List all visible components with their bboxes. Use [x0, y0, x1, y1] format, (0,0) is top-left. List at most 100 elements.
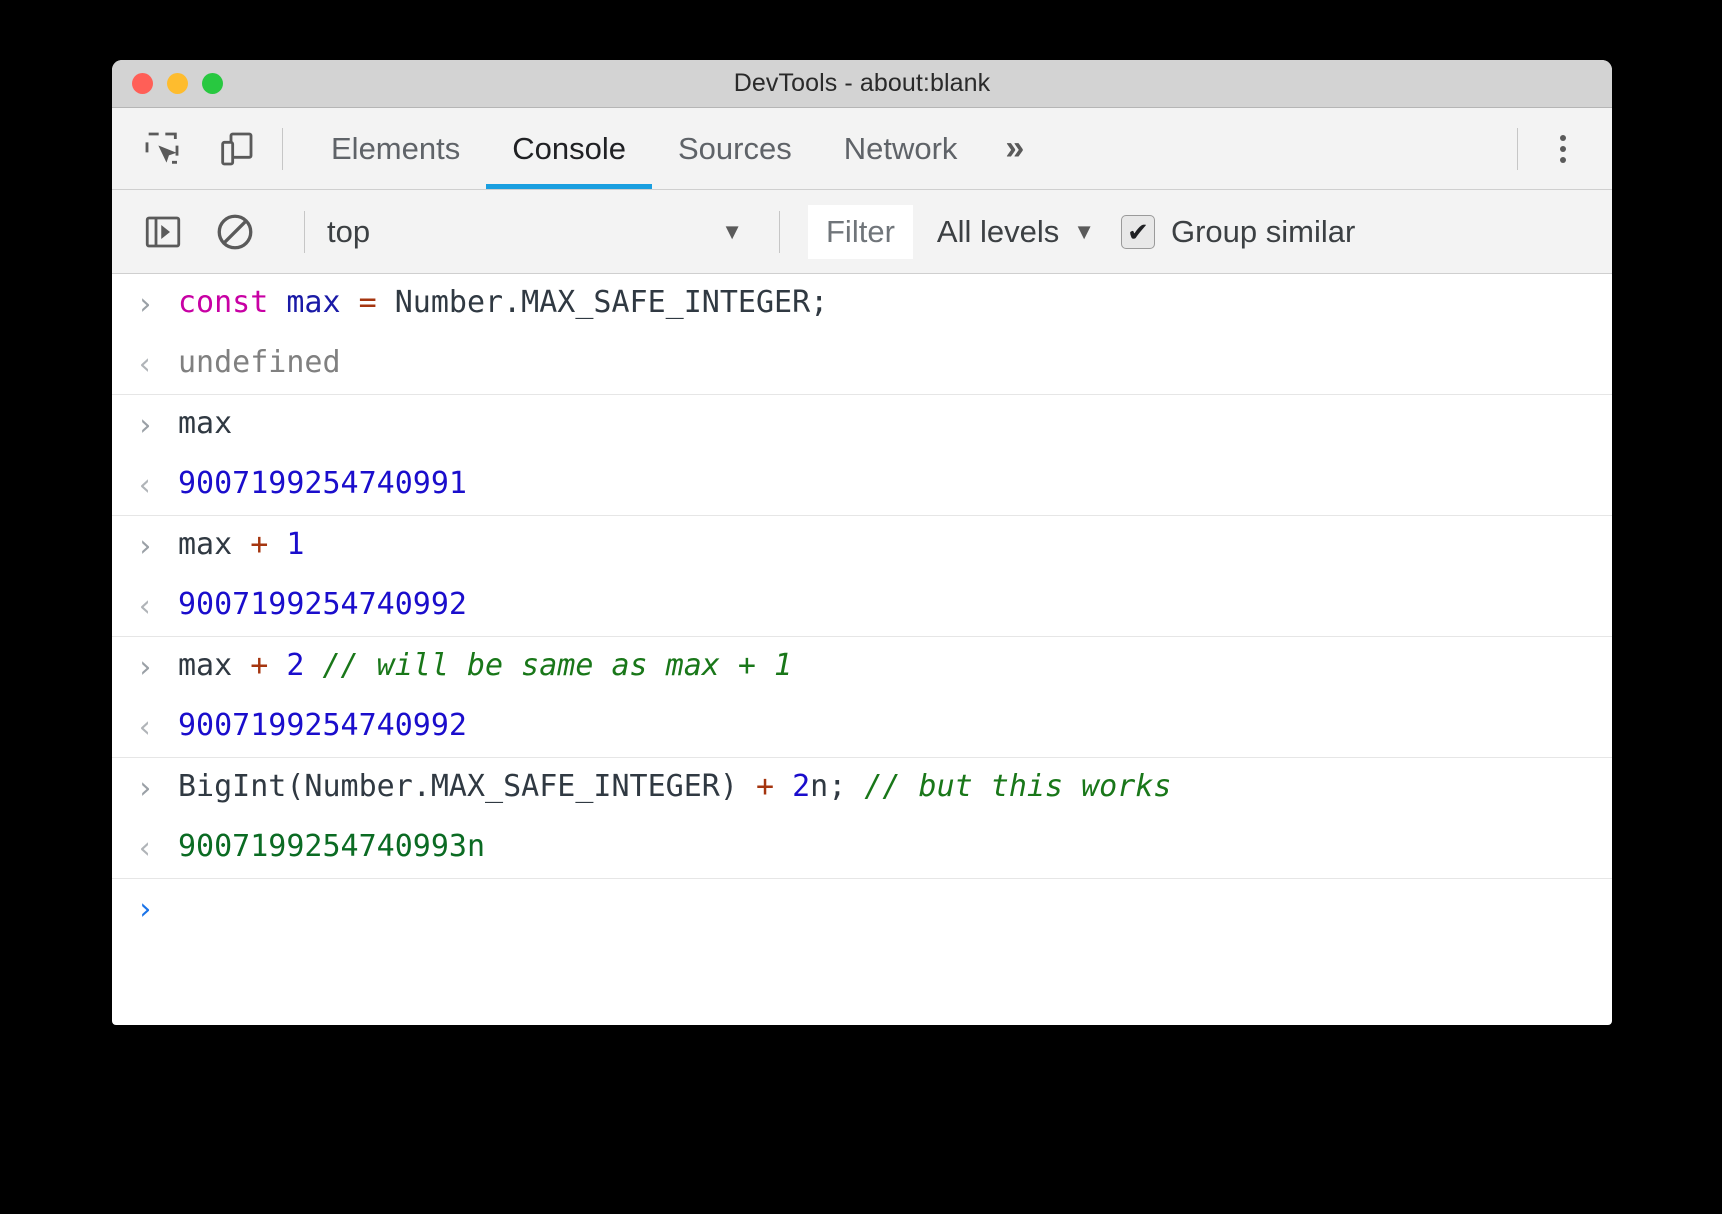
console-row-gutter: ‹ [112, 703, 178, 751]
token-num: 2 [792, 769, 810, 804]
prompt-arrow-icon: › [136, 766, 154, 812]
tab-network-label: Network [844, 131, 958, 167]
filterbar-divider-1 [304, 211, 305, 253]
token-plain: max [178, 648, 250, 683]
kebab-menu-icon[interactable] [1540, 126, 1586, 172]
console-output-9007199254740992-a: 9007199254740992 [178, 582, 1612, 628]
console-input-row: › max + 2 // will be same as max + 1 [112, 636, 1612, 697]
response-arrow-icon: ‹ [136, 342, 154, 388]
token-cmt: // but this works [864, 769, 1171, 804]
chevron-down-icon: ▼ [721, 221, 743, 243]
console-row-gutter: › [112, 885, 178, 933]
device-toolbar-icon[interactable] [212, 125, 260, 173]
filterbar-divider-2 [779, 211, 780, 253]
tab-elements-label: Elements [331, 131, 460, 167]
console-row-gutter: ‹ [112, 582, 178, 630]
tab-network[interactable]: Network [818, 108, 984, 189]
window-titlebar: DevTools - about:blank [112, 60, 1612, 108]
window-title: DevTools - about:blank [112, 69, 1612, 98]
console-output-row: ‹9007199254740992 [112, 576, 1612, 636]
tab-console[interactable]: Console [486, 108, 652, 189]
token-res-bigint: 9007199254740993n [178, 829, 485, 864]
console-output-9007199254740992-b: 9007199254740992 [178, 703, 1612, 749]
console-output-row: ‹ 9007199254740992 [112, 697, 1612, 757]
console-row-gutter: ‹ [112, 340, 178, 388]
group-similar-checkbox[interactable]: ✔ [1121, 215, 1155, 249]
response-arrow-icon: ‹ [136, 826, 154, 872]
clear-console-icon[interactable] [210, 207, 260, 257]
console-input-const-max: const max = Number.MAX_SAFE_INTEGER; [178, 280, 1612, 326]
devtools-window: DevTools - about:blank [112, 60, 1612, 1025]
token-res-undef: undefined [178, 345, 341, 380]
console-row-gutter: › [112, 280, 178, 328]
console-row-gutter: › [112, 764, 178, 812]
group-similar-label: Group similar [1171, 214, 1355, 250]
console-input-row[interactable]: › [112, 878, 1612, 939]
token-op: = [359, 285, 377, 320]
token-num: 1 [286, 527, 304, 562]
console-input-row: › BigInt(Number.MAX_SAFE_INTEGER) + 2n; /… [112, 757, 1612, 818]
tabbar-right-group [1495, 126, 1612, 172]
console-output-row: ‹ 9007199254740993n [112, 818, 1612, 878]
response-arrow-icon: ‹ [136, 705, 154, 751]
prompt-arrow-icon: › [136, 524, 154, 570]
token-plain [341, 285, 359, 320]
token-op: + [250, 527, 268, 562]
prompt-arrow-icon: › [136, 645, 154, 691]
console-row-gutter: › [112, 643, 178, 691]
tab-elements[interactable]: Elements [305, 108, 486, 189]
execution-context-value: top [327, 214, 370, 250]
tabbar-right-divider [1517, 128, 1518, 170]
group-similar-toggle[interactable]: ✔ Group similar [1121, 214, 1355, 250]
console-output-undefined: undefined [178, 340, 1612, 386]
prompt-arrow-icon: › [136, 887, 154, 933]
token-plain: n; [810, 769, 864, 804]
filter-placeholder: Filter [826, 214, 895, 250]
console-row-gutter: ‹ [112, 824, 178, 872]
inspect-element-icon[interactable] [138, 125, 186, 173]
filter-input[interactable]: Filter [808, 205, 913, 259]
screenshot-root: DevTools - about:blank [0, 0, 1722, 1214]
token-plain [304, 648, 322, 683]
console-output-9007199254740991: 9007199254740991 [178, 461, 1612, 507]
console-input-row: › max + 1 [112, 515, 1612, 576]
console-log-list[interactable]: › const max = Number.MAX_SAFE_INTEGER; ‹ un… [112, 274, 1612, 939]
console-input-bigint: BigInt(Number.MAX_SAFE_INTEGER) + 2n; //… [178, 764, 1612, 810]
token-plain [268, 648, 286, 683]
panel-tabs: Elements Console Sources Network [305, 108, 983, 189]
log-level-label: All levels [937, 214, 1059, 250]
console-output-row: ‹ undefined [112, 334, 1612, 394]
console-output-row: ‹9007199254740991 [112, 455, 1612, 515]
token-kw: const [178, 285, 268, 320]
token-plain [268, 285, 286, 320]
token-num: 2 [286, 648, 304, 683]
token-res-num: 9007199254740992 [178, 587, 467, 622]
chevron-down-icon: ▼ [1073, 221, 1095, 243]
token-plain: max [178, 406, 232, 441]
token-op: + [250, 648, 268, 683]
console-input-row: › const max = Number.MAX_SAFE_INTEGER; [112, 274, 1612, 334]
token-cmt: // will be same as max + 1 [323, 648, 793, 683]
console-row-gutter: ‹ [112, 461, 178, 509]
log-level-select[interactable]: All levels ▼ [937, 214, 1095, 250]
console-output-9007199254740993n: 9007199254740993n [178, 824, 1612, 870]
console-input-max: max [178, 401, 1612, 447]
console-sidebar-icon[interactable] [138, 207, 188, 257]
tab-sources-label: Sources [678, 131, 792, 167]
console-row-gutter: › [112, 401, 178, 449]
token-plain [268, 527, 286, 562]
token-plain: max [178, 527, 250, 562]
tab-console-label: Console [512, 131, 626, 167]
console-input-max-plus-2-comment: max + 2 // will be same as max + 1 [178, 643, 1612, 689]
tabbar-divider [282, 128, 283, 170]
token-plain: BigInt(Number.MAX_SAFE_INTEGER) [178, 769, 756, 804]
console-row-gutter: › [112, 522, 178, 570]
execution-context-select[interactable]: top ▼ [327, 214, 757, 250]
tab-sources[interactable]: Sources [652, 108, 818, 189]
token-var: max [286, 285, 340, 320]
tabbar-tool-icons [112, 125, 260, 173]
more-tabs-chevron-icon[interactable]: » [983, 129, 1046, 168]
prompt-arrow-icon: › [136, 282, 154, 328]
console-input-max-plus-1: max + 1 [178, 522, 1612, 568]
token-res-num: 9007199254740992 [178, 708, 467, 743]
